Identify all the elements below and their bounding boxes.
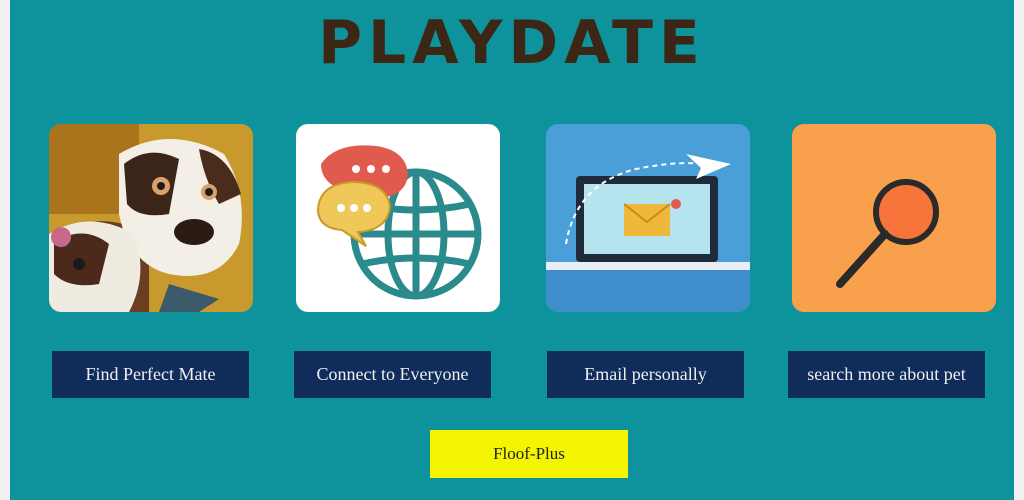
connect-to-everyone-button[interactable]: Connect to Everyone [294, 351, 491, 398]
feature-image-globe[interactable] [296, 124, 500, 312]
dogs-photo [49, 124, 253, 312]
floof-plus-button[interactable]: Floof-Plus [430, 430, 628, 478]
search-more-about-pet-button[interactable]: search more about pet [788, 351, 985, 398]
feature-image-search[interactable] [792, 124, 996, 312]
page-frame: PLAYDATE Find Perfect Mate Connect to Ev… [10, 0, 1014, 500]
magnifier-icon [792, 124, 996, 312]
globe-chat-icon [296, 124, 500, 312]
email-personally-button[interactable]: Email personally [547, 351, 744, 398]
laptop-email-icon [546, 124, 750, 312]
app-title: PLAYDATE [318, 8, 706, 78]
find-perfect-mate-button[interactable]: Find Perfect Mate [52, 351, 249, 398]
feature-image-dogs[interactable] [49, 124, 253, 312]
feature-image-email[interactable] [546, 124, 750, 312]
